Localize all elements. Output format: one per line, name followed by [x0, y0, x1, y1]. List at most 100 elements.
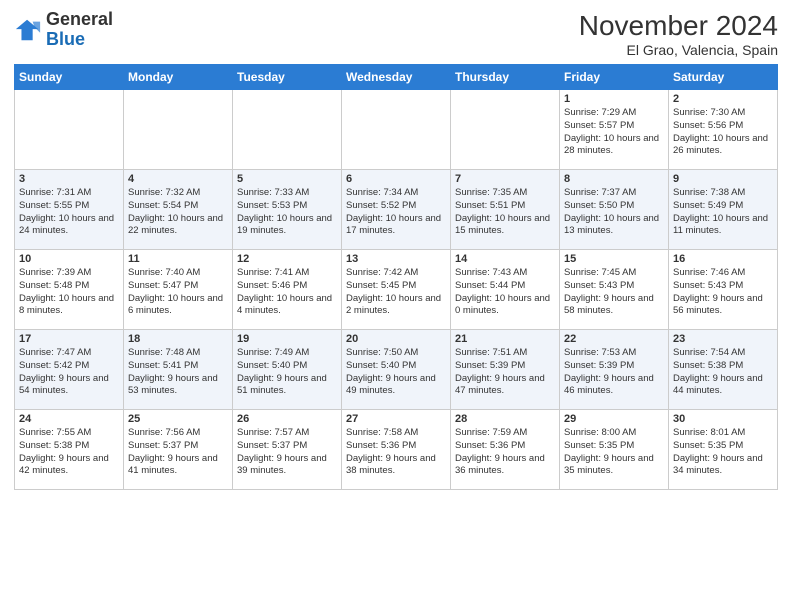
- day-info: Sunrise: 7:45 AM Sunset: 5:43 PM Dayligh…: [564, 267, 664, 318]
- day-number: 30: [673, 413, 773, 425]
- day-cell: 4 Sunrise: 7:32 AM Sunset: 5:54 PM Daylig…: [124, 170, 233, 250]
- day-info: Sunrise: 7:50 AM Sunset: 5:40 PM Dayligh…: [346, 347, 446, 398]
- day-info: Sunrise: 7:38 AM Sunset: 5:49 PM Dayligh…: [673, 187, 773, 238]
- weekday-header-row: SundayMondayTuesdayWednesdayThursdayFrid…: [15, 65, 778, 90]
- day-number: 4: [128, 173, 228, 185]
- day-cell: 27 Sunrise: 7:58 AM Sunset: 5:36 PM Dayli…: [342, 410, 451, 490]
- day-cell: 22 Sunrise: 7:53 AM Sunset: 5:39 PM Dayli…: [560, 330, 669, 410]
- logo-general: General: [46, 9, 113, 29]
- header: General Blue November 2024 El Grao, Vale…: [14, 10, 778, 58]
- weekday-thursday: Thursday: [451, 65, 560, 90]
- day-cell: 19Sunrise: 7:49 AM Sunset: 5:40 PM Dayli…: [233, 330, 342, 410]
- day-info: Sunrise: 7:46 AM Sunset: 5:43 PM Dayligh…: [673, 267, 773, 318]
- weekday-tuesday: Tuesday: [233, 65, 342, 90]
- day-number: 11: [128, 253, 228, 265]
- day-info: Sunrise: 7:34 AM Sunset: 5:52 PM Dayligh…: [346, 187, 446, 238]
- day-number: 21: [455, 333, 555, 345]
- day-info: Sunrise: 7:40 AM Sunset: 5:47 PM Dayligh…: [128, 267, 228, 318]
- day-cell: 6 Sunrise: 7:34 AM Sunset: 5:52 PM Daylig…: [342, 170, 451, 250]
- logo-icon: [14, 16, 42, 44]
- day-cell: [342, 90, 451, 170]
- week-row-1: 1Sunrise: 7:29 AM Sunset: 5:57 PM Daylig…: [15, 90, 778, 170]
- day-info: Sunrise: 7:32 AM Sunset: 5:54 PM Dayligh…: [128, 187, 228, 238]
- day-number: 25: [128, 413, 228, 425]
- day-number: 2: [673, 93, 773, 105]
- day-info: Sunrise: 7:41 AM Sunset: 5:46 PM Dayligh…: [237, 267, 337, 318]
- day-cell: 2 Sunrise: 7:30 AM Sunset: 5:56 PM Daylig…: [669, 90, 778, 170]
- day-number: 10: [19, 253, 119, 265]
- day-number: 1: [564, 93, 664, 105]
- location: El Grao, Valencia, Spain: [579, 42, 778, 58]
- week-row-5: 24Sunrise: 7:55 AM Sunset: 5:38 PM Dayli…: [15, 410, 778, 490]
- day-info: Sunrise: 7:51 AM Sunset: 5:39 PM Dayligh…: [455, 347, 555, 398]
- weekday-sunday: Sunday: [15, 65, 124, 90]
- day-info: Sunrise: 7:53 AM Sunset: 5:39 PM Dayligh…: [564, 347, 664, 398]
- day-number: 5: [237, 173, 337, 185]
- day-number: 7: [455, 173, 555, 185]
- day-cell: 7 Sunrise: 7:35 AM Sunset: 5:51 PM Daylig…: [451, 170, 560, 250]
- day-cell: 30 Sunrise: 8:01 AM Sunset: 5:35 PM Dayli…: [669, 410, 778, 490]
- day-info: Sunrise: 7:30 AM Sunset: 5:56 PM Dayligh…: [673, 107, 773, 158]
- day-number: 23: [673, 333, 773, 345]
- week-row-2: 3 Sunrise: 7:31 AM Sunset: 5:55 PM Daylig…: [15, 170, 778, 250]
- day-cell: 18 Sunrise: 7:48 AM Sunset: 5:41 PM Dayli…: [124, 330, 233, 410]
- day-cell: 17 Sunrise: 7:47 AM Sunset: 5:42 PM Dayli…: [15, 330, 124, 410]
- day-cell: 14Sunrise: 7:43 AM Sunset: 5:44 PM Dayli…: [451, 250, 560, 330]
- day-cell: 29 Sunrise: 8:00 AM Sunset: 5:35 PM Dayli…: [560, 410, 669, 490]
- day-number: 8: [564, 173, 664, 185]
- day-number: 27: [346, 413, 446, 425]
- day-number: 20: [346, 333, 446, 345]
- day-cell: [15, 90, 124, 170]
- day-number: 17: [19, 333, 119, 345]
- day-cell: 3 Sunrise: 7:31 AM Sunset: 5:55 PM Daylig…: [15, 170, 124, 250]
- day-info: Sunrise: 7:43 AM Sunset: 5:44 PM Dayligh…: [455, 267, 555, 318]
- day-cell: [233, 90, 342, 170]
- day-info: Sunrise: 7:39 AM Sunset: 5:48 PM Dayligh…: [19, 267, 119, 318]
- day-number: 3: [19, 173, 119, 185]
- weekday-monday: Monday: [124, 65, 233, 90]
- page: General Blue November 2024 El Grao, Vale…: [0, 0, 792, 612]
- weekday-friday: Friday: [560, 65, 669, 90]
- day-info: Sunrise: 8:01 AM Sunset: 5:35 PM Dayligh…: [673, 427, 773, 478]
- day-number: 22: [564, 333, 664, 345]
- day-cell: 12Sunrise: 7:41 AM Sunset: 5:46 PM Dayli…: [233, 250, 342, 330]
- day-cell: 28 Sunrise: 7:59 AM Sunset: 5:36 PM Dayli…: [451, 410, 560, 490]
- day-info: Sunrise: 7:55 AM Sunset: 5:38 PM Dayligh…: [19, 427, 119, 478]
- day-info: Sunrise: 7:37 AM Sunset: 5:50 PM Dayligh…: [564, 187, 664, 238]
- weekday-wednesday: Wednesday: [342, 65, 451, 90]
- day-cell: 9 Sunrise: 7:38 AM Sunset: 5:49 PM Daylig…: [669, 170, 778, 250]
- logo-text: General Blue: [46, 10, 113, 50]
- day-cell: [124, 90, 233, 170]
- day-info: Sunrise: 7:58 AM Sunset: 5:36 PM Dayligh…: [346, 427, 446, 478]
- day-info: Sunrise: 7:59 AM Sunset: 5:36 PM Dayligh…: [455, 427, 555, 478]
- day-cell: 20 Sunrise: 7:50 AM Sunset: 5:40 PM Dayli…: [342, 330, 451, 410]
- day-info: Sunrise: 7:56 AM Sunset: 5:37 PM Dayligh…: [128, 427, 228, 478]
- day-number: 6: [346, 173, 446, 185]
- day-cell: 8 Sunrise: 7:37 AM Sunset: 5:50 PM Daylig…: [560, 170, 669, 250]
- day-info: Sunrise: 7:54 AM Sunset: 5:38 PM Dayligh…: [673, 347, 773, 398]
- day-info: Sunrise: 7:49 AM Sunset: 5:40 PM Dayligh…: [237, 347, 337, 398]
- logo: General Blue: [14, 10, 113, 50]
- day-cell: 15 Sunrise: 7:45 AM Sunset: 5:43 PM Dayli…: [560, 250, 669, 330]
- day-number: 18: [128, 333, 228, 345]
- weekday-saturday: Saturday: [669, 65, 778, 90]
- day-info: Sunrise: 7:31 AM Sunset: 5:55 PM Dayligh…: [19, 187, 119, 238]
- day-info: Sunrise: 7:48 AM Sunset: 5:41 PM Dayligh…: [128, 347, 228, 398]
- title-block: November 2024 El Grao, Valencia, Spain: [579, 10, 778, 58]
- day-info: Sunrise: 7:35 AM Sunset: 5:51 PM Dayligh…: [455, 187, 555, 238]
- day-info: Sunrise: 7:57 AM Sunset: 5:37 PM Dayligh…: [237, 427, 337, 478]
- day-info: Sunrise: 7:47 AM Sunset: 5:42 PM Dayligh…: [19, 347, 119, 398]
- day-cell: 25 Sunrise: 7:56 AM Sunset: 5:37 PM Dayli…: [124, 410, 233, 490]
- day-cell: 26Sunrise: 7:57 AM Sunset: 5:37 PM Dayli…: [233, 410, 342, 490]
- day-info: Sunrise: 7:42 AM Sunset: 5:45 PM Dayligh…: [346, 267, 446, 318]
- day-number: 29: [564, 413, 664, 425]
- day-info: Sunrise: 7:33 AM Sunset: 5:53 PM Dayligh…: [237, 187, 337, 238]
- day-info: Sunrise: 8:00 AM Sunset: 5:35 PM Dayligh…: [564, 427, 664, 478]
- day-number: 9: [673, 173, 773, 185]
- day-number: 15: [564, 253, 664, 265]
- month-title: November 2024: [579, 10, 778, 42]
- day-number: 28: [455, 413, 555, 425]
- day-number: 13: [346, 253, 446, 265]
- day-cell: 16Sunrise: 7:46 AM Sunset: 5:43 PM Dayli…: [669, 250, 778, 330]
- day-cell: 24Sunrise: 7:55 AM Sunset: 5:38 PM Dayli…: [15, 410, 124, 490]
